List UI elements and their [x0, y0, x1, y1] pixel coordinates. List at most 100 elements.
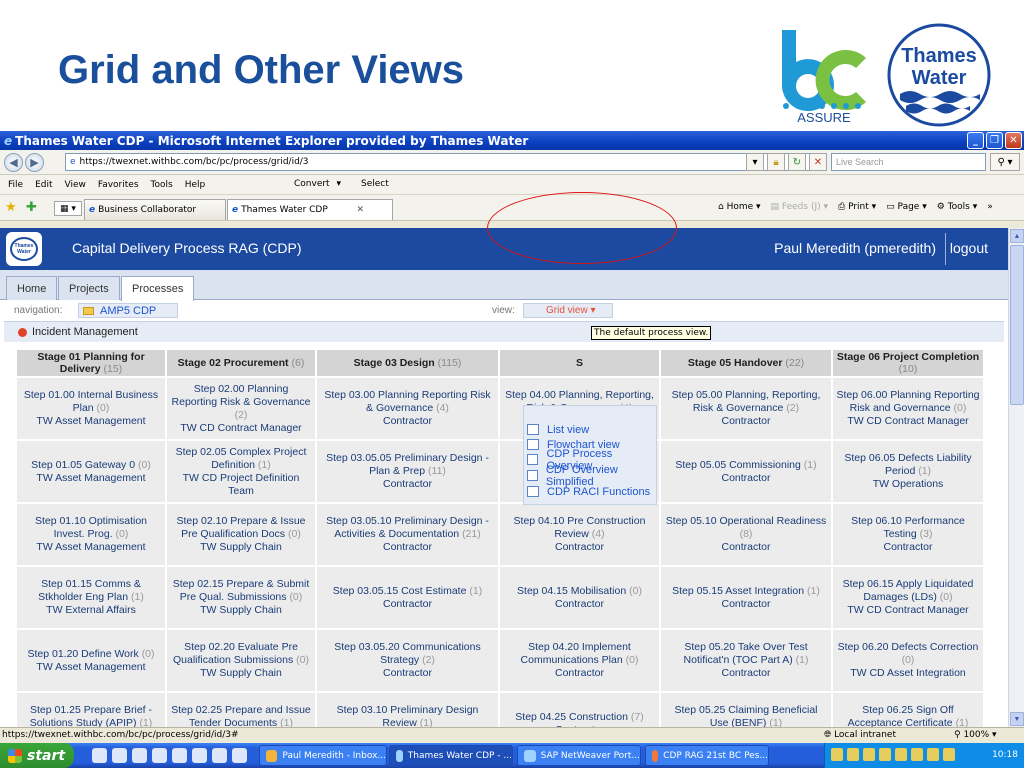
convert-button[interactable]: Convert ▾	[286, 179, 341, 189]
step-cell[interactable]: Step 06.05 Defects Liability Period (1) T…	[831, 439, 985, 504]
quick-tabs-icon[interactable]: ▦ ▾	[54, 201, 82, 216]
stage-header[interactable]: Stage 05 Handover (22)	[659, 348, 833, 378]
step-cell[interactable]: Step 03.05.05 Preliminary Design - Plan …	[315, 439, 500, 504]
taskbar-item-active[interactable]: Thames Water CDP - ...	[389, 745, 513, 766]
browser-tab-active[interactable]: e Thames Water CDP ✕	[227, 199, 393, 220]
stage-header[interactable]: S	[498, 348, 661, 378]
menu-file[interactable]: File	[8, 180, 23, 190]
window-titlebar[interactable]: e Thames Water CDP - Microsoft Internet …	[0, 131, 1024, 150]
taskbar-item[interactable]: Paul Meredith - Inbox...	[259, 745, 387, 766]
step-cell[interactable]: Step 01.10 Optimisation Invest. Prog. (0…	[15, 502, 167, 567]
taskbar-item[interactable]: CDP RAG 21st BC Pes...	[645, 745, 769, 766]
tray-icon[interactable]	[863, 748, 875, 761]
incident-management-link[interactable]: Incident Management	[4, 322, 1004, 342]
tab-processes[interactable]: Processes	[121, 276, 195, 301]
step-cell[interactable]: Step 03.10 Preliminary Design Review (1)…	[315, 691, 500, 727]
overflow-chevron-icon[interactable]: »	[987, 202, 993, 212]
tray-icon[interactable]	[927, 748, 939, 761]
tray-icon[interactable]	[911, 748, 923, 761]
tray-icon[interactable]	[895, 748, 907, 761]
back-button[interactable]: ◀	[4, 152, 23, 172]
step-cell[interactable]: Step 02.10 Prepare & Issue Pre Qualifica…	[165, 502, 317, 567]
step-cell[interactable]: Step 05.15 Asset Integration (1) Contract…	[659, 565, 833, 630]
stage-header[interactable]: Stage 03 Design (115)	[315, 348, 500, 378]
stop-icon[interactable]: ✕	[809, 153, 827, 171]
step-cell[interactable]: Step 06.20 Defects Correction (0) TW CD A…	[831, 628, 985, 693]
quick-launch-icon[interactable]	[172, 748, 187, 763]
step-cell[interactable]: Step 06.00 Planning Reporting Risk and G…	[831, 376, 985, 441]
step-cell[interactable]: Step 01.00 Internal Business Plan (0) TW …	[15, 376, 167, 441]
navigation-select[interactable]: AMP5 CDP	[78, 303, 178, 318]
scroll-thumb[interactable]	[1010, 245, 1024, 405]
menu-help[interactable]: Help	[185, 180, 206, 190]
close-button[interactable]: ✕	[1005, 132, 1022, 149]
start-button[interactable]: start	[0, 743, 74, 768]
tab-close-icon[interactable]: ✕	[356, 205, 364, 215]
step-cell[interactable]: Step 01.25 Prepare Brief - Solutions Stu…	[15, 691, 167, 727]
menu-favorites[interactable]: Favorites	[98, 180, 139, 190]
tray-icon[interactable]	[879, 748, 891, 761]
quick-launch-icon[interactable]	[232, 748, 247, 763]
scroll-down-icon[interactable]: ▼	[1010, 712, 1024, 726]
address-dropdown-icon[interactable]: ▾	[746, 153, 764, 171]
print-button[interactable]: ⎙ Print ▾	[838, 202, 876, 212]
step-cell[interactable]: Step 06.25 Sign Off Acceptance Certifica…	[831, 691, 985, 727]
stage-header[interactable]: Stage 02 Procurement (6)	[165, 348, 317, 378]
view-option-raci-functions[interactable]: CDP RACI Functions	[527, 484, 655, 499]
lock-icon[interactable]: 🔒︎	[767, 153, 785, 171]
tab-home[interactable]: Home	[6, 276, 58, 300]
step-cell[interactable]: Step 03.05.15 Cost Estimate (1) Contracto…	[315, 565, 500, 630]
maximize-button[interactable]: ❐	[986, 132, 1003, 149]
step-cell[interactable]: Step 06.10 Performance Testing (3) Contra…	[831, 502, 985, 567]
vertical-scrollbar[interactable]: ▲ ▼	[1008, 228, 1024, 727]
feeds-button[interactable]: ▤ Feeds (J) ▾	[771, 202, 828, 212]
refresh-icon[interactable]: ↻	[788, 153, 806, 171]
step-cell[interactable]: Step 01.20 Define Work (0) TW Asset Manag…	[15, 628, 167, 693]
step-cell[interactable]: Step 02.15 Prepare & Submit Pre Qual. Su…	[165, 565, 317, 630]
step-cell[interactable]: Step 04.15 Mobilisation (0) Contractor	[498, 565, 661, 630]
tray-icon[interactable]	[943, 748, 955, 761]
live-search-input[interactable]: Live Search	[831, 153, 986, 171]
step-cell[interactable]: Step 01.15 Comms & Stkholder Eng Plan (1…	[15, 565, 167, 630]
zoom-control[interactable]: ⚲ 100% ▾	[954, 730, 997, 740]
logout-link[interactable]: logout	[950, 240, 988, 256]
add-favorite-icon[interactable]: ✚	[26, 200, 37, 215]
forward-button[interactable]: ▶	[25, 152, 44, 172]
home-button[interactable]: ⌂ Home ▾	[718, 202, 761, 212]
select-button[interactable]: Select	[353, 179, 393, 189]
scroll-up-icon[interactable]: ▲	[1010, 229, 1024, 243]
step-cell[interactable]: Step 04.25 Construction (7)Contractor	[498, 691, 661, 727]
quick-launch-icon[interactable]	[112, 748, 127, 763]
taskbar-item[interactable]: SAP NetWeaver Port...	[517, 745, 641, 766]
step-cell[interactable]: Step 03.05.10 Preliminary Design - Activ…	[315, 502, 500, 567]
quick-launch-icon[interactable]	[192, 748, 207, 763]
quick-launch-icon[interactable]	[212, 748, 227, 763]
tray-icon[interactable]	[847, 748, 859, 761]
step-cell[interactable]: Step 01.05 Gateway 0 (0) TW Asset Managem…	[15, 439, 167, 504]
step-cell[interactable]: Step 02.00 Planning Reporting Risk & Gov…	[165, 376, 317, 441]
step-cell[interactable]: Step 02.25 Prepare and Issue Tender Docu…	[165, 691, 317, 727]
stage-header[interactable]: Stage 06 Project Completion (10)	[831, 348, 985, 378]
stage-header[interactable]: Stage 01 Planning for Delivery (15)	[15, 348, 167, 378]
step-cell[interactable]: Step 05.25 Claiming Beneficial Use (BENF…	[659, 691, 833, 727]
menu-edit[interactable]: Edit	[35, 180, 52, 190]
browser-tab[interactable]: e Business Collaborator	[84, 199, 226, 220]
menu-view[interactable]: View	[65, 180, 86, 190]
minimize-button[interactable]: _	[967, 132, 984, 149]
page-button[interactable]: ▭ Page ▾	[886, 202, 927, 212]
favorites-star-icon[interactable]: ★	[5, 200, 17, 215]
view-option-overview-simplified[interactable]: CDP Overview Simplified	[527, 464, 655, 488]
step-cell[interactable]: Step 04.20 Implement Communications Plan…	[498, 628, 661, 693]
step-cell[interactable]: Step 05.20 Take Over Test Notificat'n (T…	[659, 628, 833, 693]
step-cell[interactable]: Step 05.00 Planning, Reporting, Risk & G…	[659, 376, 833, 441]
tools-button[interactable]: ⚙ Tools ▾	[937, 202, 978, 212]
step-cell[interactable]: Step 02.20 Evaluate Pre Qualification Su…	[165, 628, 317, 693]
step-cell[interactable]: Step 03.00 Planning Reporting Risk & Gov…	[315, 376, 500, 441]
tab-projects[interactable]: Projects	[58, 276, 120, 300]
step-cell[interactable]: Step 03.05.20 Communications Strategy (2…	[315, 628, 500, 693]
view-select[interactable]: Grid view ▾	[523, 303, 613, 318]
quick-launch-icon[interactable]	[92, 748, 107, 763]
step-cell[interactable]: Step 02.05 Complex Project Definition (1…	[165, 439, 317, 504]
step-cell[interactable]: Step 04.10 Pre Construction Review (4) Co…	[498, 502, 661, 567]
address-bar[interactable]: e https://twexnet.withbc.com/bc/pc/proce…	[65, 153, 825, 171]
